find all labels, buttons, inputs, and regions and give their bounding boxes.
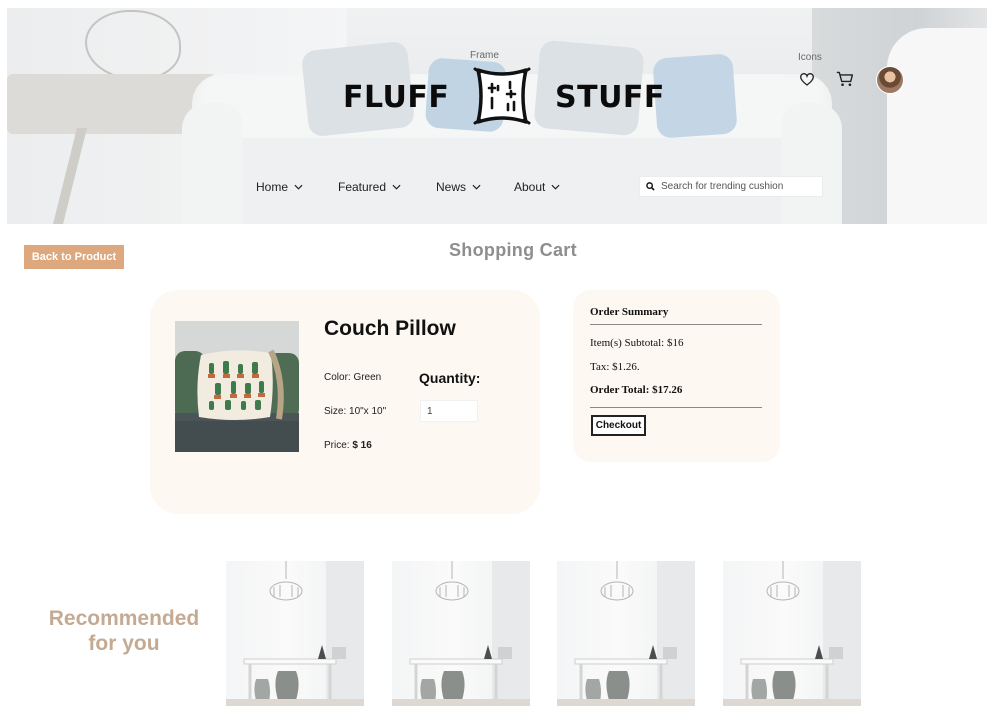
icons-label: Icons	[798, 52, 822, 63]
recommended-heading: Recommended for you	[38, 606, 210, 656]
quantity-input[interactable]	[420, 400, 478, 422]
recommended-heading-line2: for you	[88, 632, 160, 655]
nav-label: Featured	[338, 180, 387, 194]
user-avatar[interactable]	[876, 66, 904, 94]
tax-text: Tax: $1.26.	[590, 361, 640, 373]
frame-label: Frame	[470, 50, 499, 61]
search-bar	[639, 176, 823, 197]
recommended-item[interactable]	[557, 561, 695, 706]
order-total-text: Order Total: $17.26	[590, 384, 683, 396]
heart-icon[interactable]	[798, 70, 816, 88]
nav-label: Home	[256, 180, 289, 194]
quantity-label: Quantity:	[419, 370, 481, 386]
price-label: Price:	[324, 440, 353, 451]
cushion-logo-icon[interactable]	[470, 64, 534, 128]
nav-item-about[interactable]: About	[514, 180, 560, 194]
chevron-down-icon	[551, 184, 560, 190]
back-to-product-button[interactable]: Back to Product	[24, 245, 124, 269]
subtotal-text: Item(s) Subtotal: $16	[590, 337, 684, 349]
product-color: Color: Green	[324, 372, 382, 383]
chevron-down-icon	[392, 184, 401, 190]
price-value: $ 16	[352, 440, 372, 451]
divider	[590, 407, 762, 408]
checkout-button[interactable]: Checkout	[591, 415, 646, 436]
order-summary-title: Order Summary	[590, 306, 669, 318]
recommended-item-image	[723, 561, 861, 706]
recommended-item-image	[557, 561, 695, 706]
product-price: Price: $ 16	[324, 440, 372, 451]
nav-item-featured[interactable]: Featured	[338, 180, 401, 194]
brand-name-left: FLUFF	[343, 80, 450, 115]
recommended-item[interactable]	[723, 561, 861, 706]
recommended-item[interactable]	[392, 561, 530, 706]
nav-label: About	[514, 180, 546, 194]
nav-label: News	[436, 180, 467, 194]
cart-icon[interactable]	[835, 70, 855, 88]
page-title: Shopping Cart	[449, 240, 577, 260]
divider	[590, 324, 762, 325]
search-input[interactable]	[661, 181, 811, 192]
search-icon[interactable]	[646, 182, 655, 191]
brand-name-right: STUFF	[555, 80, 665, 115]
product-image[interactable]	[175, 321, 299, 452]
recommended-item[interactable]	[226, 561, 364, 706]
chevron-down-icon	[472, 184, 481, 190]
nav-item-home[interactable]: Home	[256, 180, 303, 194]
product-name: Couch Pillow	[324, 317, 456, 340]
nav-item-news[interactable]: News	[436, 180, 481, 194]
recommended-heading-line1: Recommended	[48, 607, 200, 630]
recommended-item-image	[392, 561, 530, 706]
recommended-item-image	[226, 561, 364, 706]
chevron-down-icon	[294, 184, 303, 190]
product-size: Size: 10"x 10"	[324, 406, 387, 417]
